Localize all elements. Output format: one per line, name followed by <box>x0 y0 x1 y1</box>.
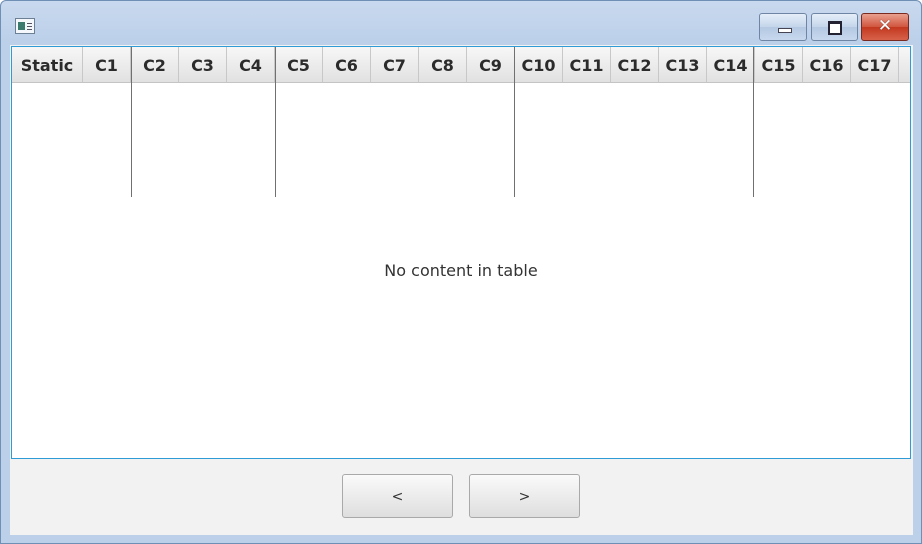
column-header-c1[interactable]: C1 <box>83 47 131 82</box>
column-header-c11[interactable]: C11 <box>563 47 611 82</box>
column-header-c13[interactable]: C13 <box>659 47 707 82</box>
column-group-divider <box>131 47 132 197</box>
column-header-c3[interactable]: C3 <box>179 47 227 82</box>
minimize-icon <box>778 28 792 33</box>
column-header-c14[interactable]: C14 <box>707 47 755 82</box>
column-header-c15[interactable]: C15 <box>755 47 803 82</box>
close-button[interactable]: ✕ <box>861 13 909 41</box>
column-group-divider <box>514 47 515 197</box>
next-button[interactable]: > <box>469 474 580 518</box>
column-header-c9[interactable]: C9 <box>467 47 515 82</box>
minimize-button[interactable] <box>759 13 807 41</box>
client-area: Static C1 C2 C3 C4 C5 C6 C7 C8 C9 C10 C1… <box>10 45 913 535</box>
table-header: Static C1 C2 C3 C4 C5 C6 C7 C8 C9 C10 C1… <box>12 47 910 83</box>
column-header-c8[interactable]: C8 <box>419 47 467 82</box>
maximize-icon <box>828 21 842 35</box>
column-header-c6[interactable]: C6 <box>323 47 371 82</box>
column-header-c2[interactable]: C2 <box>131 47 179 82</box>
title-bar[interactable]: ✕ <box>1 1 921 45</box>
close-icon: ✕ <box>877 16 893 36</box>
column-header-c7[interactable]: C7 <box>371 47 419 82</box>
column-group-divider <box>753 47 754 197</box>
column-header-c4[interactable]: C4 <box>227 47 275 82</box>
app-window-icon[interactable] <box>15 18 35 34</box>
previous-button[interactable]: < <box>342 474 453 518</box>
column-header-static[interactable]: Static <box>12 47 83 82</box>
column-header-c5[interactable]: C5 <box>275 47 323 82</box>
empty-table-placeholder: No content in table <box>384 261 538 280</box>
column-header-c16[interactable]: C16 <box>803 47 851 82</box>
data-table[interactable]: Static C1 C2 C3 C4 C5 C6 C7 C8 C9 C10 C1… <box>11 46 911 459</box>
application-window: ✕ Static C1 C2 C3 C4 C5 C6 C7 C8 C9 C10 … <box>0 0 922 544</box>
column-group-divider <box>275 47 276 197</box>
maximize-button[interactable] <box>811 13 858 41</box>
column-header-c10[interactable]: C10 <box>515 47 563 82</box>
column-header-c12[interactable]: C12 <box>611 47 659 82</box>
column-header-c17[interactable]: C17 <box>851 47 899 82</box>
